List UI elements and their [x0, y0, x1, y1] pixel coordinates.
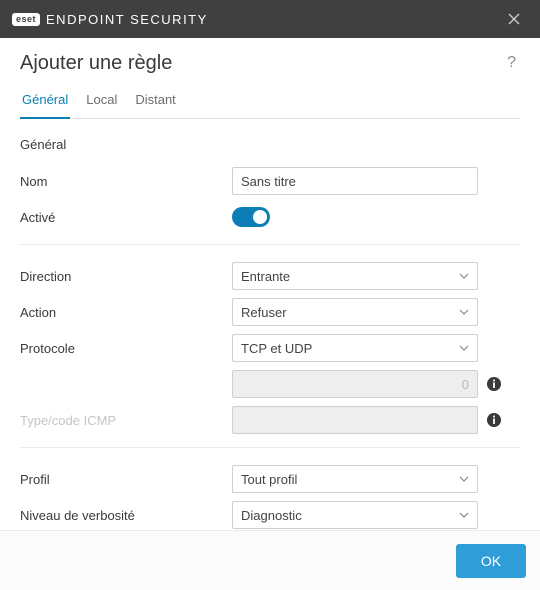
section-general-heading: Général: [20, 137, 520, 152]
product-name: ENDPOINT SECURITY: [46, 12, 208, 27]
divider: [20, 447, 520, 448]
profile-value: Tout profil: [241, 472, 297, 487]
verbosity-value: Diagnostic: [241, 508, 302, 523]
icmp-label: Type/code ICMP: [20, 413, 232, 428]
tab-general[interactable]: Général: [20, 88, 70, 119]
verbosity-select[interactable]: Diagnostic: [232, 501, 478, 529]
footer: OK: [0, 530, 540, 590]
brand-logo: eset: [12, 13, 40, 26]
action-label: Action: [20, 305, 232, 320]
chevron-down-icon: [459, 474, 469, 484]
name-label: Nom: [20, 174, 232, 189]
chevron-down-icon: [459, 307, 469, 317]
direction-label: Direction: [20, 269, 232, 284]
close-button[interactable]: [500, 5, 528, 33]
help-button[interactable]: ?: [503, 52, 520, 74]
protocol-label: Protocole: [20, 341, 232, 356]
tabs: Général Local Distant: [20, 87, 520, 119]
toggle-knob: [253, 210, 267, 224]
direction-value: Entrante: [241, 269, 290, 284]
chevron-down-icon: [459, 510, 469, 520]
port-input: [232, 370, 478, 398]
ok-button[interactable]: OK: [456, 544, 526, 578]
direction-select[interactable]: Entrante: [232, 262, 478, 290]
protocol-value: TCP et UDP: [241, 341, 312, 356]
tab-local[interactable]: Local: [84, 88, 119, 119]
action-value: Refuser: [241, 305, 287, 320]
icmp-input: [232, 406, 478, 434]
verbosity-label: Niveau de verbosité: [20, 508, 232, 523]
chevron-down-icon: [459, 271, 469, 281]
profile-label: Profil: [20, 472, 232, 487]
close-icon: [508, 13, 520, 25]
action-select[interactable]: Refuser: [232, 298, 478, 326]
info-icon[interactable]: [486, 376, 502, 392]
help-icon: ?: [507, 54, 516, 71]
enabled-label: Activé: [20, 210, 232, 225]
name-input[interactable]: [232, 167, 478, 195]
brand: eset ENDPOINT SECURITY: [12, 12, 208, 27]
titlebar: eset ENDPOINT SECURITY: [0, 0, 540, 38]
page-title: Ajouter une règle: [20, 52, 172, 75]
info-icon[interactable]: [486, 412, 502, 428]
profile-select[interactable]: Tout profil: [232, 465, 478, 493]
protocol-select[interactable]: TCP et UDP: [232, 334, 478, 362]
tab-remote[interactable]: Distant: [133, 88, 177, 119]
chevron-down-icon: [459, 343, 469, 353]
divider: [20, 244, 520, 245]
enabled-toggle[interactable]: [232, 207, 270, 227]
